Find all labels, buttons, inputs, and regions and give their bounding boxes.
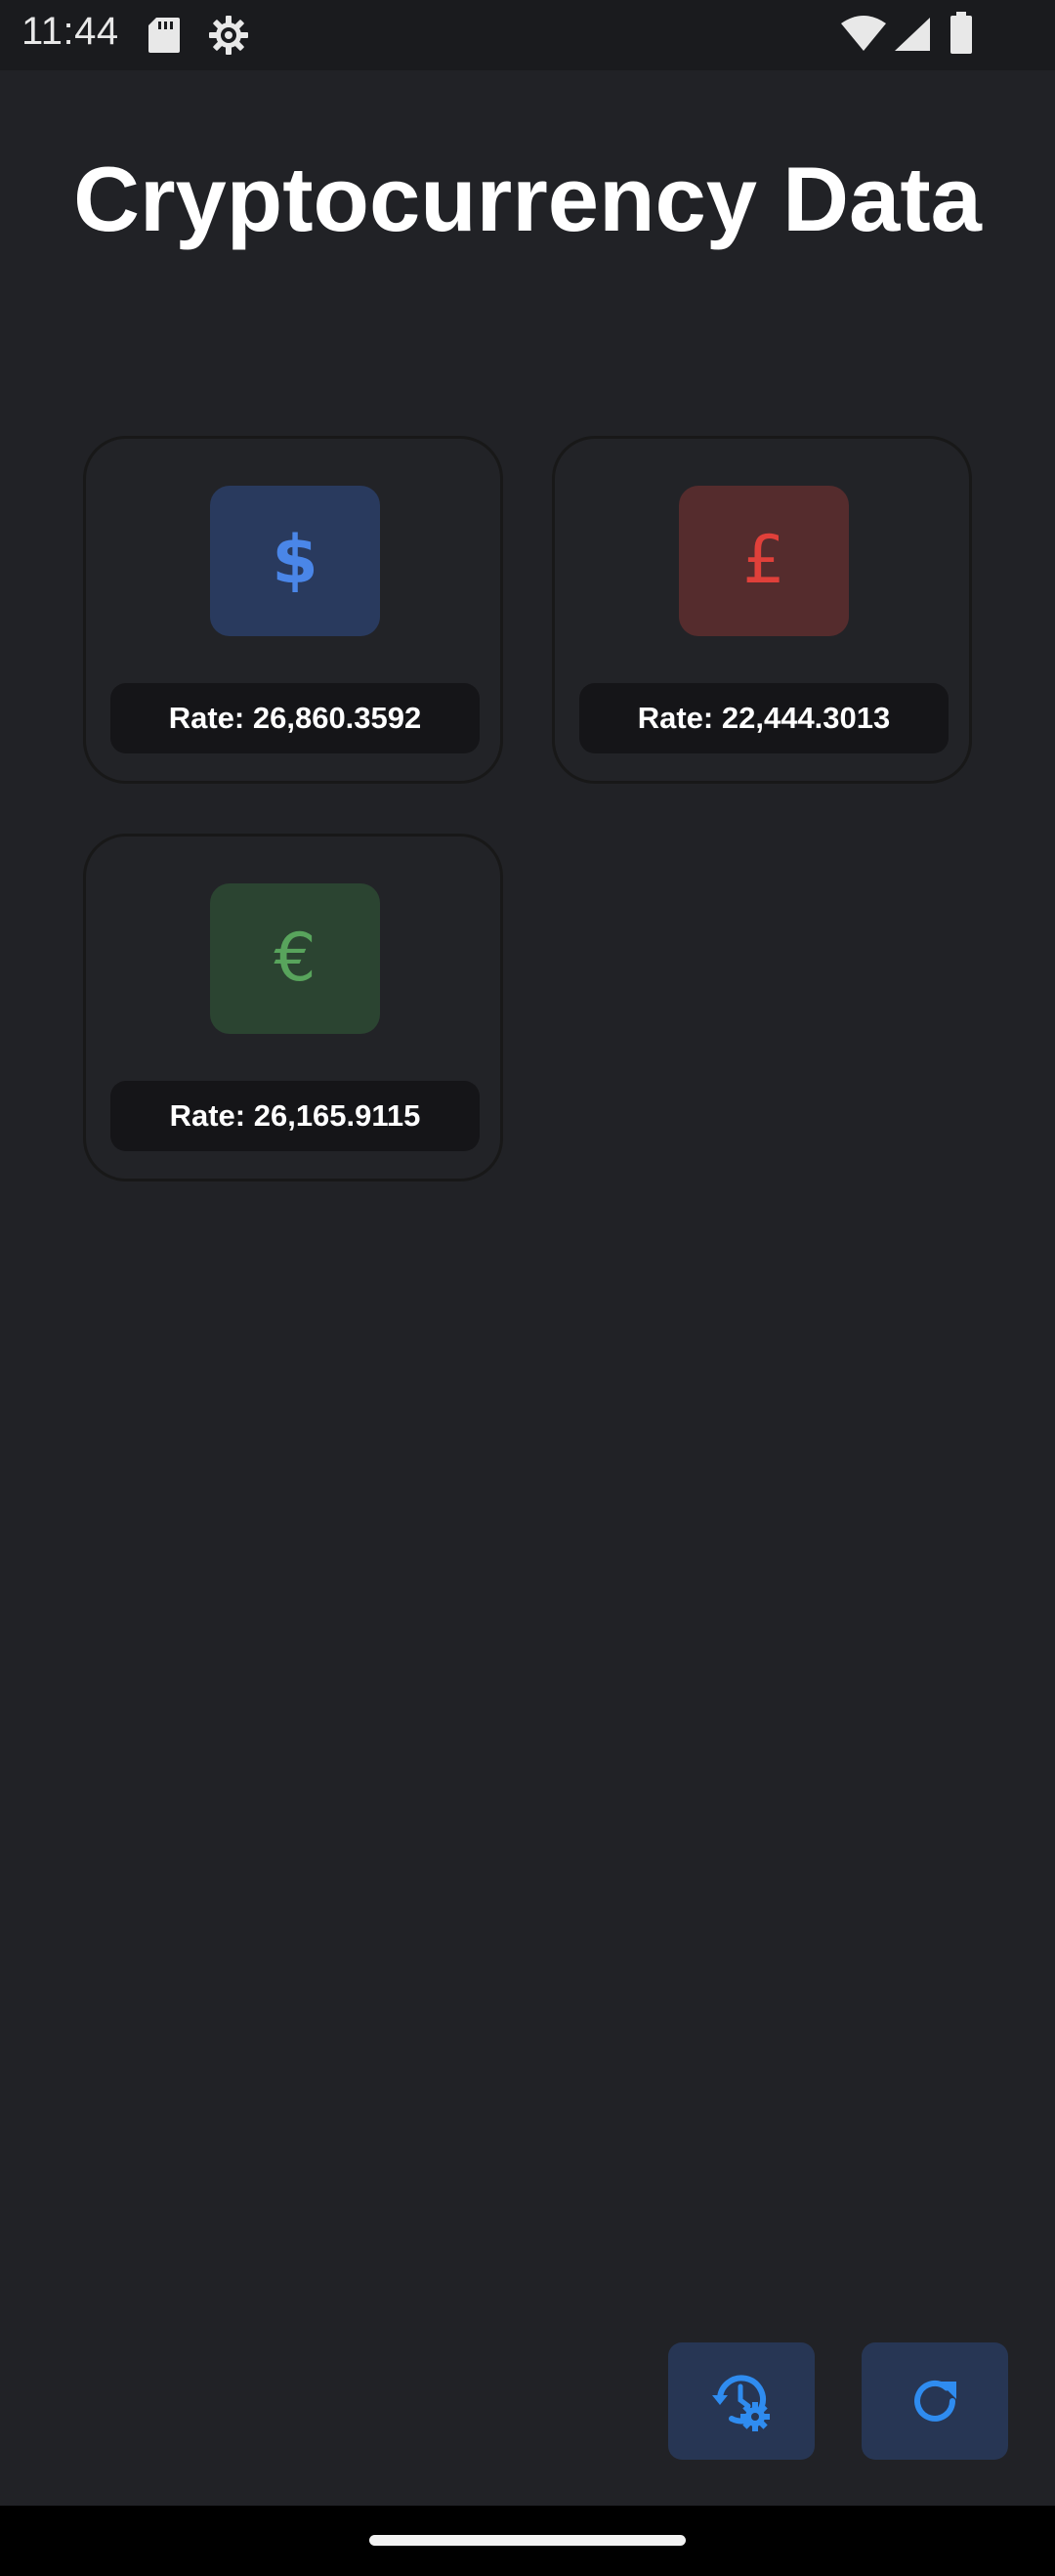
history-settings-icon	[712, 2375, 770, 2431]
currency-card-gbp[interactable]: £ Rate: 22,444.3013	[552, 436, 972, 784]
currency-icon-tile: $	[210, 486, 380, 636]
app-screen: 11:44 Cryptocurrency Data $ Rate: 26,860…	[0, 0, 1055, 2576]
status-time: 11:44	[21, 10, 119, 53]
home-indicator[interactable]	[369, 2535, 686, 2546]
rate-label: Rate: 26,165.9115	[110, 1081, 480, 1151]
currency-icon-tile: €	[210, 883, 380, 1034]
wifi-icon	[841, 16, 886, 51]
page-title: Cryptocurrency Data	[73, 148, 982, 250]
currency-card-eur[interactable]: € Rate: 26,165.9115	[83, 834, 503, 1181]
rate-label: Rate: 26,860.3592	[110, 683, 480, 753]
history-settings-button[interactable]	[668, 2342, 815, 2460]
refresh-icon	[914, 2380, 956, 2422]
cell-signal-icon	[895, 18, 930, 51]
euro-icon: €	[274, 920, 316, 997]
pound-icon: £	[742, 522, 785, 599]
status-bar: 11:44	[0, 0, 1055, 70]
dollar-icon: $	[272, 522, 318, 599]
sd-card-icon	[148, 18, 180, 53]
battery-icon	[950, 12, 972, 54]
settings-gear-icon	[209, 16, 248, 55]
currency-card-usd[interactable]: $ Rate: 26,860.3592	[83, 436, 503, 784]
rate-label: Rate: 22,444.3013	[579, 683, 949, 753]
currency-icon-tile: £	[679, 486, 849, 636]
refresh-button[interactable]	[862, 2342, 1008, 2460]
